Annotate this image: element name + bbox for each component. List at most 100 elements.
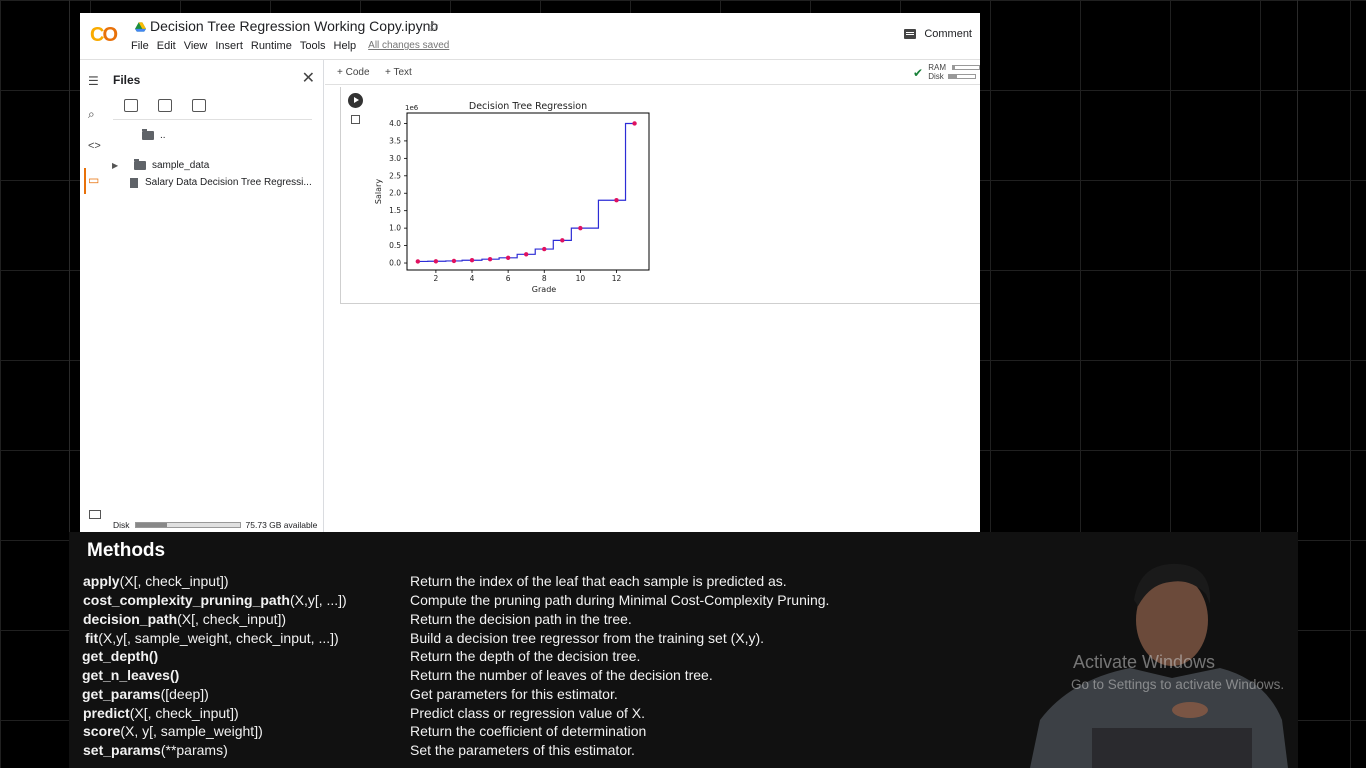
- tree-item-parent[interactable]: ..: [128, 129, 166, 141]
- data-point: [578, 225, 583, 231]
- method-signature: get_depth(): [82, 648, 158, 664]
- comment-icon: [904, 29, 917, 39]
- method-name: predict: [83, 705, 130, 721]
- y-tick-label: 3.0: [389, 154, 401, 163]
- watermark-line2: Go to Settings to activate Windows.: [1071, 677, 1285, 692]
- method-name: get_params: [82, 686, 161, 702]
- menu-view[interactable]: View: [184, 40, 208, 52]
- method-description: Get parameters for this estimator.: [410, 686, 618, 702]
- method-row: predict(X[, check_input]) Predict class o…: [69, 705, 969, 723]
- expand-caret-icon[interactable]: ▶: [112, 161, 120, 170]
- method-name: fit: [85, 630, 99, 646]
- method-args: (X,y[, ...]): [289, 592, 347, 608]
- data-point: [542, 246, 547, 252]
- search-icon[interactable]: ⌕: [88, 107, 95, 122]
- folder-icon: [134, 159, 146, 170]
- active-indicator: [84, 168, 86, 194]
- method-row: get_depth() Return the depth of the decis…: [69, 648, 969, 666]
- add-code-button[interactable]: + Code: [337, 67, 370, 78]
- folder-up-icon: [142, 129, 154, 140]
- data-point: [560, 238, 565, 243]
- method-row: decision_path(X[, check_input]) Return th…: [69, 611, 969, 629]
- method-row: get_params([deep]) Get parameters for thi…: [69, 686, 969, 704]
- method-description: Return the number of leaves of the decis…: [410, 667, 713, 683]
- mount-drive-icon[interactable]: [192, 99, 206, 112]
- files-icon[interactable]: ▭: [88, 173, 99, 187]
- y-tick-label: 1.0: [389, 224, 401, 233]
- x-tick-label: 10: [576, 274, 586, 283]
- terminal-icon[interactable]: [89, 510, 101, 519]
- chart-title: Decision Tree Regression: [469, 101, 587, 112]
- x-axis-label: Grade: [532, 285, 556, 294]
- method-description: Build a decision tree regressor from the…: [410, 630, 765, 646]
- disk-label: Disk: [928, 72, 944, 81]
- method-description: Return the depth of the decision tree.: [410, 648, 641, 664]
- menu-edit[interactable]: Edit: [157, 40, 176, 52]
- method-signature: fit(X,y[, sample_weight, check_input, ..…: [85, 630, 339, 646]
- colab-header: CO Decision Tree Regression Working Copy…: [80, 13, 980, 60]
- method-name: get_depth(): [82, 648, 159, 664]
- x-tick-label: 12: [612, 274, 622, 283]
- y-axis-label: Salary: [374, 179, 383, 204]
- method-row: cost_complexity_pruning_path(X,y[, ...])…: [69, 592, 969, 610]
- method-name: apply: [83, 573, 120, 589]
- data-point: [505, 255, 511, 260]
- add-text-button[interactable]: + Text: [385, 67, 412, 78]
- menu-help[interactable]: Help: [334, 40, 357, 52]
- menu-insert[interactable]: Insert: [215, 40, 243, 52]
- data-point: [433, 259, 439, 264]
- y-tick-label: 1.5: [389, 206, 401, 215]
- comment-button[interactable]: Comment: [904, 28, 972, 40]
- tree-item-label: Salary Data Decision Tree Regressi...: [145, 177, 312, 188]
- notebook-title[interactable]: Decision Tree Regression Working Copy.ip…: [150, 18, 438, 34]
- method-description: Predict class or regression value of X.: [410, 705, 645, 721]
- files-panel: Files ✕ .. ▶ sample_data Salary Data Dec…: [110, 60, 324, 532]
- resource-monitor[interactable]: RAM Disk: [928, 63, 980, 81]
- method-name: decision_path: [83, 611, 178, 627]
- menu-tools[interactable]: Tools: [300, 40, 326, 52]
- refresh-icon[interactable]: [158, 99, 172, 112]
- method-args: ([deep]): [160, 686, 209, 702]
- method-name: cost_complexity_pruning_path: [83, 592, 290, 608]
- method-args: (X[, check_input]): [177, 611, 287, 627]
- output-cell[interactable]: Decision Tree Regression 1e6 Grade Salary 2 4…: [340, 87, 980, 304]
- star-icon[interactable]: ☆: [427, 18, 440, 35]
- notebook-main: + Code + Text ✔ RAM Disk Decision Tree R…: [325, 60, 980, 532]
- data-point: [614, 198, 619, 203]
- save-status[interactable]: All changes saved: [368, 40, 449, 52]
- code-snippets-icon[interactable]: <>: [88, 140, 101, 152]
- tree-item-salary-data[interactable]: Salary Data Decision Tree Regressi...: [130, 177, 312, 188]
- upload-icon[interactable]: [124, 99, 138, 112]
- toc-icon[interactable]: ☰: [88, 74, 99, 88]
- method-args: (X, y[, sample_weight]): [120, 723, 263, 739]
- method-name: score: [83, 723, 121, 739]
- close-icon[interactable]: ✕: [302, 68, 315, 88]
- file-icon: [130, 177, 138, 188]
- menu-file[interactable]: File: [131, 40, 149, 52]
- colab-logo[interactable]: CO: [90, 24, 118, 47]
- data-point: [523, 252, 529, 257]
- tree-item-sample-data[interactable]: ▶ sample_data: [112, 159, 209, 171]
- y-tick-label: 4.0: [389, 119, 401, 128]
- tree-item-label: ..: [160, 130, 166, 141]
- output-icon[interactable]: [351, 115, 360, 124]
- connected-check-icon: ✔: [912, 66, 923, 80]
- menu-runtime[interactable]: Runtime: [251, 40, 292, 52]
- divider: [113, 119, 312, 120]
- method-description: Return the coefficient of determination: [410, 723, 647, 739]
- method-description: Set the parameters of this estimator.: [410, 742, 635, 758]
- data-point: [451, 258, 457, 264]
- x-tick-label: 6: [506, 274, 511, 283]
- data-point: [632, 121, 637, 126]
- run-cell-button[interactable]: [348, 93, 363, 108]
- ram-bar: [952, 65, 980, 71]
- y-tick-label: 2.5: [389, 171, 401, 180]
- activate-windows-watermark: Activate Windows Go to Settings to activ…: [1071, 652, 1285, 692]
- files-title: Files: [113, 73, 141, 87]
- method-args: (X,y[, sample_weight, check_input, ...]): [98, 630, 339, 646]
- method-row: fit(X,y[, sample_weight, check_input, ..…: [69, 630, 969, 648]
- data-point: [487, 256, 493, 262]
- disk-available: 75.73 GB available: [245, 520, 318, 530]
- decision-tree-chart: Decision Tree Regression 1e6 Grade Salary 2 4…: [374, 101, 650, 294]
- method-signature: predict(X[, check_input]): [83, 705, 239, 721]
